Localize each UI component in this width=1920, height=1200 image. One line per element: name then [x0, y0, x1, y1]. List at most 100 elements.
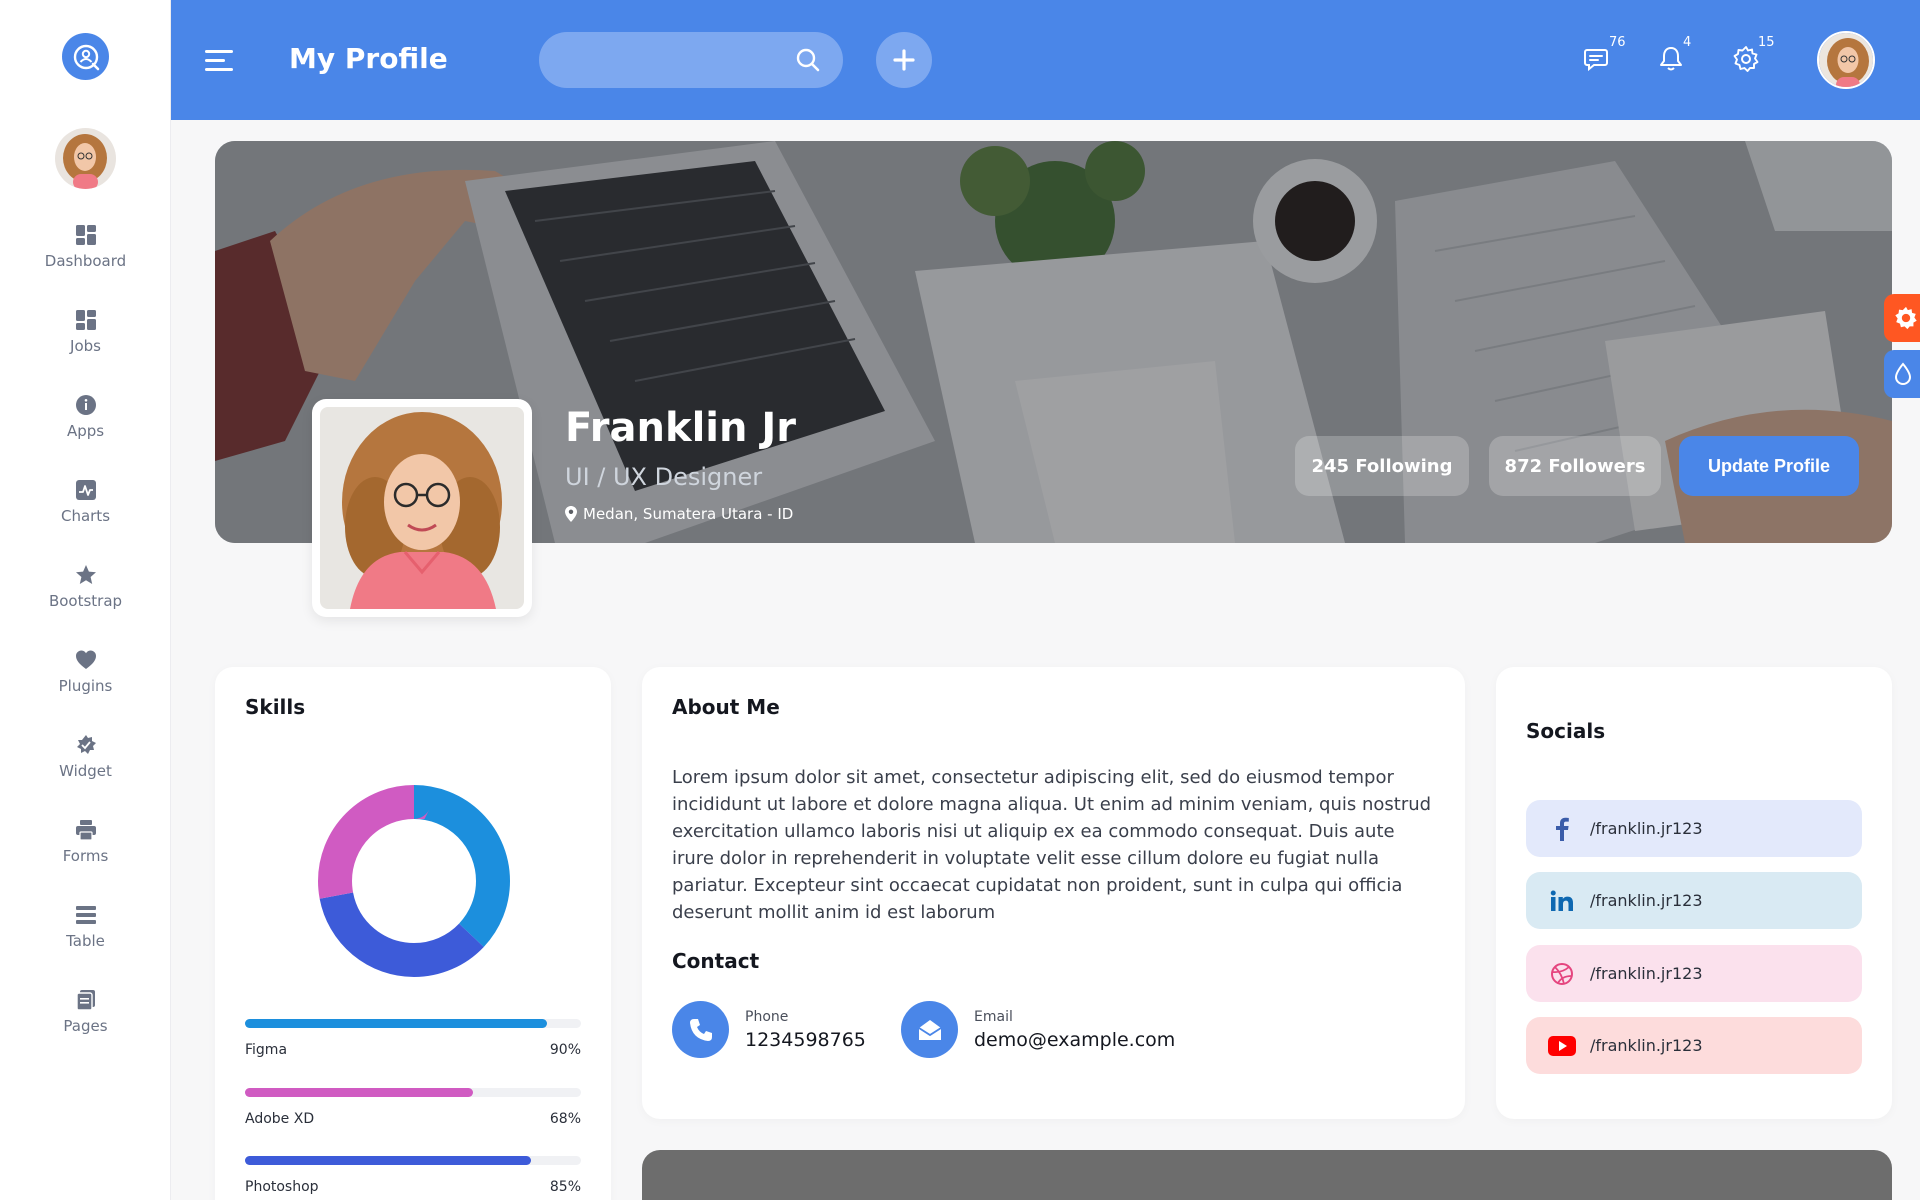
theme-settings-tab[interactable] — [1884, 294, 1920, 342]
profile-location: Medan, Sumatera Utara - ID — [565, 505, 793, 523]
skill-percent: 85% — [549, 1179, 581, 1195]
search-box — [539, 32, 843, 88]
sidebar-item-dashboard[interactable]: Dashboard — [0, 218, 171, 303]
settings-badge: 15 — [1758, 35, 1775, 50]
socials-title: Socials — [1526, 719, 1606, 743]
pages-icon — [73, 987, 99, 1013]
about-card: About Me Lorem ipsum dolor sit amet, con… — [642, 667, 1465, 1119]
sidebar-item-widget[interactable]: Widget — [0, 728, 171, 813]
location-pin-icon — [565, 506, 577, 522]
sidebar-item-label: Dashboard — [44, 252, 127, 270]
table-icon — [73, 902, 99, 928]
gear-icon — [1895, 306, 1917, 330]
sidebar-item-label: Table — [66, 932, 105, 950]
skill-percent: 68% — [549, 1111, 581, 1127]
hamburger-line — [205, 50, 233, 53]
sidebar-item-apps[interactable]: Apps — [0, 388, 171, 473]
skill-name: Photoshop — [245, 1179, 319, 1195]
email-label: Email — [974, 1008, 1013, 1025]
sidebar-item-table[interactable]: Table — [0, 898, 171, 983]
skill-name: Figma — [245, 1042, 288, 1058]
dribbble-icon — [1548, 962, 1576, 986]
messages-badge: 76 — [1609, 35, 1626, 50]
droplet-icon — [1894, 362, 1912, 385]
sidebar-item-label: Jobs — [70, 337, 101, 355]
sidebar-item-label: Apps — [66, 422, 105, 440]
sidebar-nav: Dashboard Jobs Apps Charts Bootstrap Plu… — [0, 218, 171, 1068]
facebook-icon — [1548, 817, 1576, 841]
sidebar-item-pages[interactable]: Pages — [0, 983, 171, 1068]
top-header: My Profile 76 4 15 — [171, 0, 1920, 120]
socials-card: Socials /franklin.jr123 /franklin.jr123 … — [1496, 667, 1892, 1119]
contact-email[interactable]: Email demo@example.com — [901, 1001, 1175, 1058]
app-logo[interactable] — [62, 33, 109, 80]
bell-icon — [1660, 47, 1682, 71]
gear-icon — [1733, 46, 1759, 72]
skill-name: Adobe XD — [245, 1111, 315, 1127]
skills-card: Skills Figma 90% Adobe XD 68% Photoshop … — [215, 667, 611, 1200]
star-icon — [73, 562, 99, 588]
settings-button[interactable]: 15 — [1732, 35, 1775, 77]
grid-icon — [73, 222, 99, 248]
logo-icon — [73, 44, 99, 70]
sidebar-item-label: Plugins — [58, 677, 113, 695]
info-icon — [73, 392, 99, 418]
mail-open-icon — [918, 1019, 941, 1040]
sidebar: Dashboard Jobs Apps Charts Bootstrap Plu… — [0, 0, 171, 1200]
user-avatar[interactable] — [1817, 31, 1875, 89]
hamburger-line — [205, 59, 225, 62]
following-button[interactable]: 245 Following — [1295, 436, 1469, 496]
color-picker-tab[interactable] — [1884, 350, 1920, 398]
sidebar-item-label: Charts — [60, 507, 111, 525]
profile-name: Franklin Jr — [565, 405, 796, 451]
skill-percent: 90% — [549, 1042, 581, 1058]
sidebar-item-forms[interactable]: Forms — [0, 813, 171, 898]
about-title: About Me — [672, 695, 780, 719]
profile-photo[interactable] — [312, 399, 532, 617]
contact-title: Contact — [672, 949, 760, 973]
update-profile-button[interactable]: Update Profile — [1679, 436, 1859, 496]
sidebar-item-charts[interactable]: Charts — [0, 473, 171, 558]
search-icon[interactable] — [795, 47, 821, 73]
widget-icon — [73, 732, 99, 758]
sidebar-avatar[interactable] — [55, 128, 116, 189]
linkedin-icon — [1548, 890, 1576, 912]
followers-button[interactable]: 872 Followers — [1489, 436, 1661, 496]
social-link-linkedin[interactable]: /franklin.jr123 — [1526, 872, 1862, 929]
social-handle: /franklin.jr123 — [1590, 819, 1703, 838]
add-button[interactable] — [876, 32, 932, 88]
location-text: Medan, Sumatera Utara - ID — [583, 505, 794, 523]
skill-bar-photoshop — [245, 1156, 581, 1165]
profile-role: UI / UX Designer — [565, 463, 763, 491]
plus-icon — [893, 49, 915, 71]
youtube-icon — [1548, 1035, 1576, 1056]
phone-label: Phone — [745, 1008, 789, 1025]
sidebar-item-jobs[interactable]: Jobs — [0, 303, 171, 388]
messages-button[interactable]: 76 — [1583, 35, 1626, 77]
social-link-dribbble[interactable]: /franklin.jr123 — [1526, 945, 1862, 1002]
heart-icon — [73, 647, 99, 673]
notifications-button[interactable]: 4 — [1657, 35, 1691, 77]
social-handle: /franklin.jr123 — [1590, 1036, 1703, 1055]
skill-bar-figma — [245, 1019, 581, 1028]
sidebar-item-label: Widget — [59, 762, 112, 780]
upload-card — [642, 1150, 1892, 1200]
sidebar-item-label: Bootstrap — [48, 592, 123, 610]
sidebar-item-label: Pages — [63, 1017, 108, 1035]
skills-donut-chart — [318, 785, 510, 977]
printer-icon — [73, 817, 99, 843]
skills-title: Skills — [245, 695, 306, 719]
social-link-facebook[interactable]: /franklin.jr123 — [1526, 800, 1862, 857]
sidebar-item-plugins[interactable]: Plugins — [0, 643, 171, 728]
contact-phone[interactable]: Phone 1234598765 — [672, 1001, 866, 1058]
chart-icon — [73, 477, 99, 503]
email-icon-badge — [901, 1001, 958, 1058]
email-value: demo@example.com — [974, 1028, 1176, 1051]
hamburger-line — [205, 68, 233, 71]
menu-toggle-button[interactable] — [205, 50, 233, 72]
notifications-badge: 4 — [1683, 35, 1692, 50]
sidebar-item-bootstrap[interactable]: Bootstrap — [0, 558, 171, 643]
social-link-youtube[interactable]: /franklin.jr123 — [1526, 1017, 1862, 1074]
skill-bar-fill — [245, 1019, 548, 1028]
skill-bar-adobe-xd — [245, 1088, 581, 1097]
